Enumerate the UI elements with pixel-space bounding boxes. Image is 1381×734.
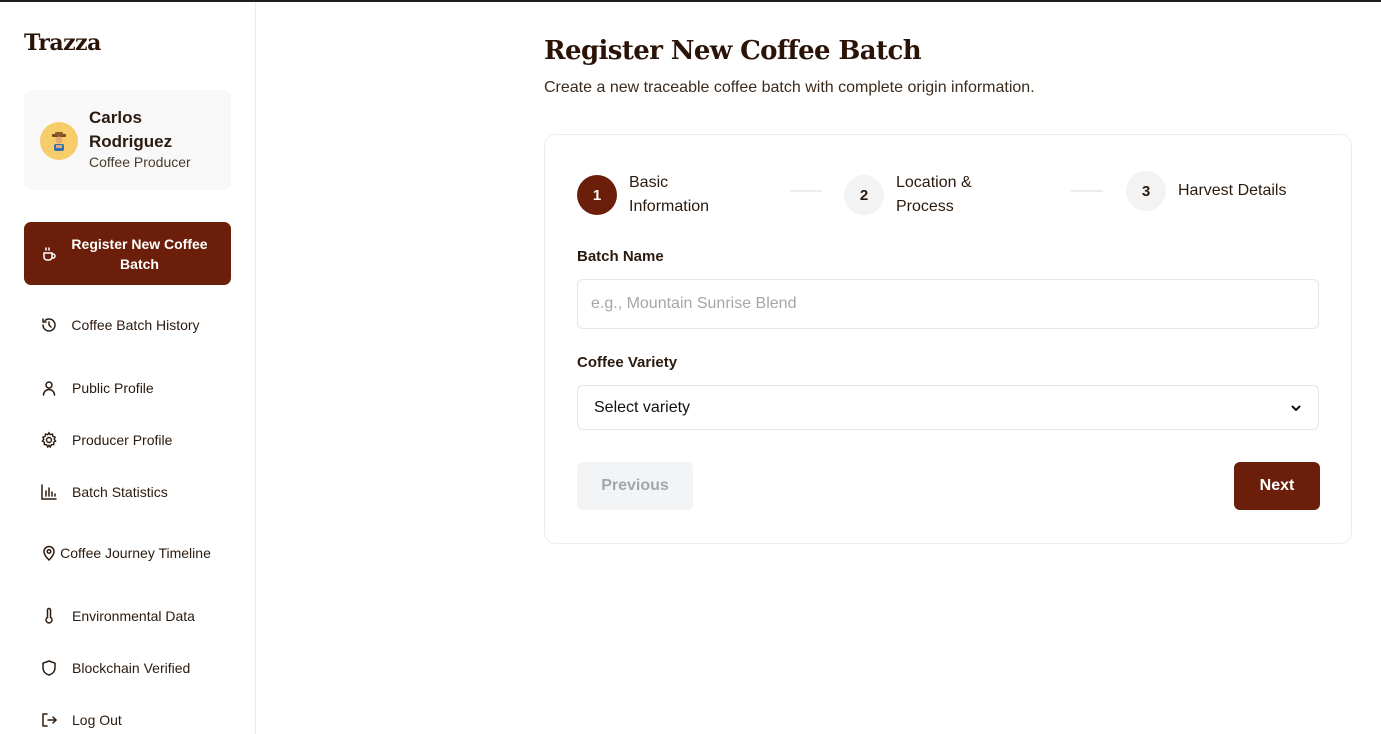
sidebar-item-journey-timeline[interactable]: Coffee Journey Timeline [24,533,231,573]
step-number: 3 [1126,171,1166,211]
user-name: Carlos Rodriguez [89,108,173,151]
step-number: 1 [577,175,617,215]
user-card: Carlos Rodriguez Coffee Producer [24,90,231,190]
sidebar-item-label: Public Profile [72,380,154,396]
step-number: 2 [844,175,884,215]
step-label: Location & Process [896,174,972,215]
shield-icon [40,659,58,677]
batch-name-label: Batch Name [577,248,664,265]
user-icon [40,379,58,397]
sidebar-item-batch-statistics[interactable]: Batch Statistics [24,480,231,504]
sidebar-item-label: Producer Profile [72,432,173,448]
logout-icon [40,711,58,729]
sidebar-item-public-profile[interactable]: Public Profile [24,376,231,400]
sidebar-item-label: Register New Coffee Batch [71,235,208,272]
chevron-down-icon [1291,405,1301,411]
sidebar-item-environmental-data[interactable]: Environmental Data [24,604,231,628]
step-label: Harvest Details [1178,182,1287,199]
coffee-cup-icon [40,245,58,263]
user-role: Coffee Producer [89,154,191,170]
avatar [40,122,78,160]
select-value: Select variety [594,398,691,416]
sidebar-item-label: Coffee Journey Timeline [60,545,211,561]
sidebar-item-label: Coffee Batch History [71,317,200,333]
gear-icon [40,431,58,449]
coffee-variety-label: Coffee Variety [577,354,678,371]
sidebar: Trazza Carlos Rodriguez Coffee Producer … [0,2,256,734]
history-icon [40,316,58,334]
step-harvest-details[interactable]: 3 Harvest Details [1126,171,1288,211]
sidebar-item-batch-history[interactable]: Coffee Batch History [24,305,231,345]
step-label: Basic Information [629,174,710,215]
sidebar-item-label: Environmental Data [72,608,195,624]
step-basic-information[interactable]: 1 Basic Information [577,171,739,219]
batch-name-input[interactable] [577,279,1319,329]
sidebar-item-label: Blockchain Verified [72,660,191,676]
farmer-avatar-icon [52,132,66,151]
previous-button[interactable]: Previous [577,462,693,510]
thermometer-icon [40,607,58,625]
brand-logo[interactable]: Trazza [24,30,101,56]
page-title: Register New Coffee Batch [544,36,922,66]
page-subtitle: Create a new traceable coffee batch with… [544,79,1035,96]
sidebar-item-label: Batch Statistics [72,484,168,500]
next-button[interactable]: Next [1234,462,1320,510]
sidebar-item-label: Log Out [72,712,122,728]
map-pin-icon [40,544,58,562]
sidebar-item-log-out[interactable]: Log Out [24,708,231,732]
step-connector [790,190,822,192]
batch-form-card: 1 Basic Information 2 Location & Process… [544,134,1352,544]
sidebar-item-register-batch[interactable]: Register New Coffee Batch [24,222,231,285]
step-location-process[interactable]: 2 Location & Process [844,171,1006,219]
sidebar-item-blockchain-verified[interactable]: Blockchain Verified [24,656,231,680]
sidebar-item-producer-profile[interactable]: Producer Profile [24,428,231,452]
step-connector [1071,190,1103,192]
bar-chart-icon [40,483,58,501]
coffee-variety-select[interactable]: Select variety [577,385,1319,430]
